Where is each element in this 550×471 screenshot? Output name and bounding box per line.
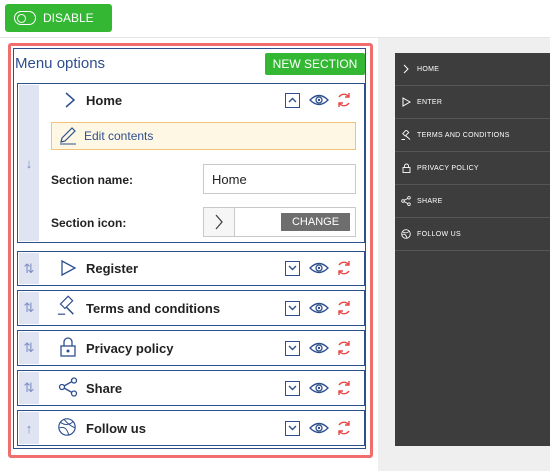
pencil-icon <box>60 127 76 145</box>
preview-item-privacy[interactable]: PRIVACY POLICY <box>395 152 550 185</box>
play-icon <box>58 258 78 278</box>
preview-item-label: TERMS AND CONDITIONS <box>417 131 510 139</box>
share-icon <box>58 377 78 397</box>
refresh-icon[interactable] <box>336 380 352 396</box>
eye-icon[interactable] <box>309 301 329 315</box>
preview-item-label: SHARE <box>417 197 443 205</box>
change-icon-button[interactable]: CHANGE <box>281 213 350 231</box>
expand-toggle[interactable] <box>285 300 300 316</box>
row-label: Privacy policy <box>86 341 174 356</box>
row-label: Follow us <box>86 421 146 436</box>
preview-item-home[interactable]: HOME <box>395 53 550 86</box>
preview-item-share[interactable]: SHARE <box>395 185 550 218</box>
drag-handle[interactable]: ↑ <box>19 412 39 444</box>
refresh-icon[interactable] <box>336 300 352 316</box>
row-label: Terms and conditions <box>86 301 221 316</box>
row-controls <box>285 92 352 108</box>
eye-icon[interactable] <box>309 93 329 107</box>
lock-icon <box>401 163 411 173</box>
preview-item-follow-us[interactable]: FOLLOW US <box>395 218 550 251</box>
preview-item-label: PRIVACY POLICY <box>417 164 479 172</box>
gavel-icon <box>401 130 411 140</box>
gavel-icon <box>57 295 77 316</box>
refresh-icon[interactable] <box>336 340 352 356</box>
preview-item-label: HOME <box>417 65 440 73</box>
drag-handle[interactable]: ⇅ <box>19 332 39 364</box>
edit-contents-button[interactable]: Edit contents <box>51 122 356 150</box>
eye-icon[interactable] <box>309 381 329 395</box>
drag-handle[interactable]: ↓ <box>19 85 39 241</box>
eye-icon[interactable] <box>309 341 329 355</box>
eye-icon[interactable] <box>309 421 329 435</box>
preview-item-label: FOLLOW US <box>417 230 461 238</box>
drag-handle[interactable]: ⇅ <box>19 372 39 404</box>
preview-item-terms[interactable]: TERMS AND CONDITIONS <box>395 119 550 152</box>
section-icon-field: CHANGE <box>203 207 356 237</box>
chevron-right-icon <box>401 64 411 74</box>
drag-handle[interactable]: ⇅ <box>19 292 39 324</box>
row-label: Share <box>86 381 123 396</box>
globe-icon <box>57 417 77 437</box>
preview-item-enter[interactable]: ENTER <box>395 86 550 119</box>
section-icon-label: Section icon: <box>51 216 127 230</box>
row-controls <box>285 300 352 316</box>
refresh-icon[interactable] <box>336 92 352 108</box>
row-controls <box>285 260 352 276</box>
section-name-input[interactable] <box>203 164 356 194</box>
disable-button[interactable]: DISABLE <box>5 4 112 32</box>
expand-toggle[interactable] <box>285 260 300 276</box>
menu-preview: HOME ENTER TERMS AND CONDITIONS PRIVACY … <box>395 53 550 446</box>
chevron-right-icon <box>204 208 235 236</box>
share-icon <box>401 196 411 206</box>
top-bar: DISABLE <box>0 0 550 38</box>
expand-toggle[interactable] <box>285 420 300 436</box>
row-label: Register <box>86 261 139 276</box>
edit-contents-label: Edit contents <box>84 129 154 143</box>
chevron-right-icon <box>60 90 80 110</box>
expand-toggle[interactable] <box>285 340 300 356</box>
new-section-button[interactable]: NEW SECTION <box>265 53 365 75</box>
disable-label: DISABLE <box>43 11 94 25</box>
eye-icon[interactable] <box>309 261 329 275</box>
collapse-toggle[interactable] <box>285 92 300 108</box>
refresh-icon[interactable] <box>336 260 352 276</box>
drag-handle[interactable]: ⇅ <box>19 253 39 284</box>
refresh-icon[interactable] <box>336 420 352 436</box>
row-controls <box>285 380 352 396</box>
row-label: Home <box>86 93 123 108</box>
toggle-icon <box>14 11 36 25</box>
expand-toggle[interactable] <box>285 380 300 396</box>
preview-item-label: ENTER <box>417 98 443 106</box>
globe-icon <box>401 229 411 239</box>
lock-icon <box>58 337 78 357</box>
row-controls <box>285 420 352 436</box>
panel-title: Menu options <box>15 55 106 72</box>
section-name-label: Section name: <box>51 173 134 187</box>
play-icon <box>401 97 411 107</box>
row-controls <box>285 340 352 356</box>
